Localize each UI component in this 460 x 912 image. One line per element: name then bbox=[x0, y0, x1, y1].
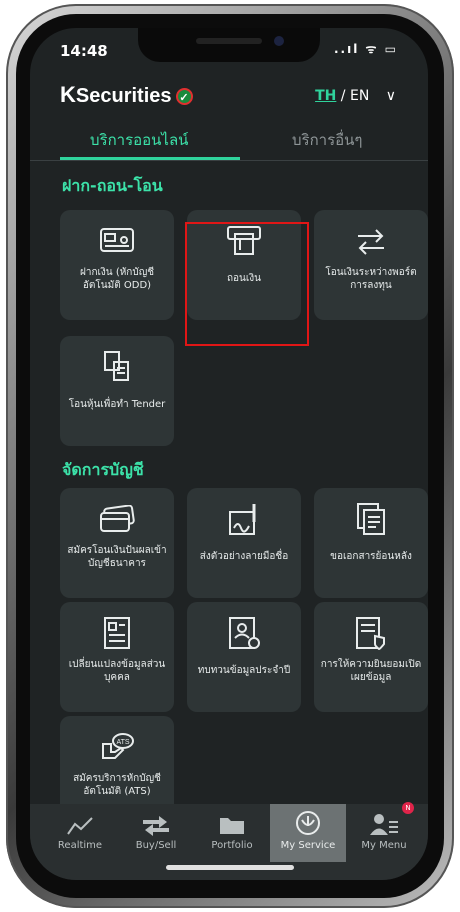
notification-badge: N bbox=[402, 802, 414, 814]
card-label: เปลี่ยนแปลงข้อมูลส่วนบุคคล bbox=[68, 659, 166, 683]
front-camera bbox=[274, 36, 284, 46]
app-header: KSecurities ✓ TH / EN ∨ bbox=[30, 74, 428, 116]
card-label: ส่งตัวอย่างลายมือชื่อ bbox=[199, 551, 289, 562]
lang-th[interactable]: TH bbox=[315, 88, 336, 104]
app-screen: 14:48 ..ıl ᯤ ▭ KSecurities ✓ TH / EN ∨ บร… bbox=[30, 28, 428, 880]
consent-disclosure-card[interactable]: การให้ความยินยอมเปิดเผยข้อมูล bbox=[314, 602, 428, 712]
deposit-card-icon bbox=[60, 224, 174, 258]
card-label: สมัครโอนเงินปันผลเข้าบัญชีธนาคาร bbox=[67, 545, 167, 569]
brand-k: K bbox=[60, 82, 76, 107]
signature-sample-card[interactable]: ส่งตัวอย่างลายมือชื่อ bbox=[187, 488, 301, 598]
brand-logo: KSecurities ✓ bbox=[60, 82, 193, 108]
chevron-down-icon[interactable]: ∨ bbox=[386, 88, 396, 104]
nav-label: Buy/Sell bbox=[135, 840, 177, 851]
language-switcher[interactable]: TH / EN ∨ bbox=[315, 88, 396, 104]
tab-active-indicator bbox=[60, 157, 240, 160]
portfolio-folder-icon bbox=[194, 804, 270, 836]
tab-other-services[interactable]: บริการอื่นๆ bbox=[292, 128, 362, 152]
kbank-logo-icon: ✓ bbox=[175, 88, 193, 106]
request-documents-card[interactable]: ขอเอกสารย้อนหลัง bbox=[314, 488, 428, 598]
ats-icon: ATS bbox=[60, 730, 174, 764]
phone-notch bbox=[138, 28, 320, 62]
profile-form-icon bbox=[60, 616, 174, 650]
annual-review-card[interactable]: ทบทวนข้อมูลประจำปี bbox=[187, 602, 301, 712]
status-time: 14:48 bbox=[60, 42, 108, 60]
annual-review-icon bbox=[187, 616, 301, 650]
card-label: การให้ความยินยอมเปิดเผยข้อมูล bbox=[320, 659, 422, 683]
buy-sell-arrows-icon bbox=[118, 804, 194, 836]
lang-en[interactable]: / EN bbox=[336, 88, 370, 104]
documents-icon bbox=[314, 502, 428, 536]
my-service-icon bbox=[270, 804, 346, 836]
nav-label: Portfolio bbox=[211, 840, 253, 851]
nav-portfolio[interactable]: Portfolio bbox=[194, 804, 270, 862]
speaker-grille bbox=[196, 38, 262, 44]
service-tabs: บริการออนไลน์ บริการอื่นๆ bbox=[30, 120, 428, 161]
card-label: ขอเอกสารย้อนหลัง bbox=[330, 551, 412, 562]
nav-label: My Menu bbox=[361, 840, 407, 851]
realtime-chart-icon bbox=[42, 804, 118, 836]
tender-docs-icon bbox=[60, 350, 174, 384]
status-icons: ..ıl ᯤ ▭ bbox=[334, 42, 398, 56]
transfer-portfolio-card[interactable]: โอนเงินระหว่างพอร์ตการลงทุน bbox=[314, 210, 428, 320]
card-label: สมัครบริการหักบัญชีอัตโนมัติ (ATS) bbox=[73, 773, 161, 797]
bottom-navigation: Realtime Buy/Sell Portfolio My Service N… bbox=[30, 802, 428, 880]
nav-label: Realtime bbox=[57, 840, 103, 851]
section-deposit-withdraw-transfer: ฝาก-ถอน-โอน bbox=[62, 176, 163, 195]
signature-icon bbox=[187, 502, 301, 536]
dividend-bank-card[interactable]: สมัครโอนเงินปันผลเข้าบัญชีธนาคาร bbox=[60, 488, 174, 598]
nav-label: My Service bbox=[280, 840, 336, 851]
card-label: ทบทวนข้อมูลประจำปี bbox=[197, 665, 291, 676]
tab-online-services[interactable]: บริการออนไลน์ bbox=[90, 128, 188, 152]
card-label: โอนหุ้นเพื่อทำ Tender bbox=[68, 399, 166, 410]
nav-buy-sell[interactable]: Buy/Sell bbox=[118, 804, 194, 862]
my-menu-icon: N bbox=[346, 802, 422, 836]
withdraw-highlight-box bbox=[185, 222, 309, 346]
nav-realtime[interactable]: Realtime bbox=[42, 804, 118, 862]
brand-name: Securities bbox=[75, 85, 172, 107]
phone-frame: 14:48 ..ıl ᯤ ▭ KSecurities ✓ TH / EN ∨ บร… bbox=[6, 4, 454, 908]
consent-icon bbox=[314, 616, 428, 650]
change-personal-info-card[interactable]: เปลี่ยนแปลงข้อมูลส่วนบุคคล bbox=[60, 602, 174, 712]
svg-text:ATS: ATS bbox=[116, 739, 129, 746]
transfer-arrows-icon bbox=[314, 224, 428, 258]
card-label: ฝากเงิน (หักบัญชีอัตโนมัติ ODD) bbox=[79, 267, 155, 291]
nav-my-menu[interactable]: N My Menu bbox=[346, 802, 422, 862]
home-indicator[interactable] bbox=[166, 865, 294, 870]
section-account-management: จัดการบัญชี bbox=[62, 460, 144, 479]
tender-card[interactable]: โอนหุ้นเพื่อทำ Tender bbox=[60, 336, 174, 446]
deposit-odd-card[interactable]: ฝากเงิน (หักบัญชีอัตโนมัติ ODD) bbox=[60, 210, 174, 320]
card-label: โอนเงินระหว่างพอร์ตการลงทุน bbox=[325, 267, 417, 291]
nav-my-service[interactable]: My Service bbox=[270, 804, 346, 862]
bank-card-icon bbox=[60, 502, 174, 536]
